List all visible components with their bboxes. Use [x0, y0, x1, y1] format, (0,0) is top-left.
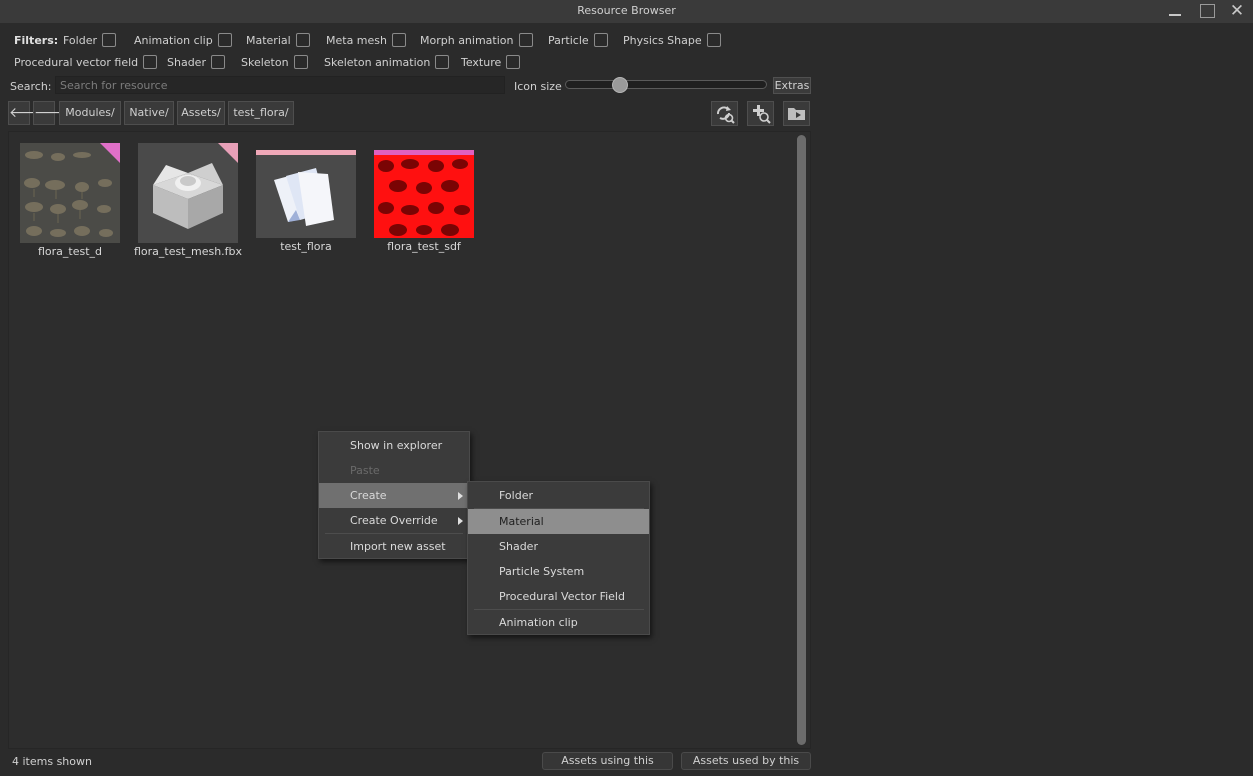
filter-label: Material	[246, 33, 291, 47]
filter-animation-clip[interactable]: Animation clip	[134, 32, 232, 48]
filters-label: Filters:	[14, 34, 59, 47]
asset-name: flora_test_d	[37, 245, 103, 258]
submenu-item-folder[interactable]: Folder	[468, 483, 649, 508]
submenu-item-shader[interactable]: Shader	[468, 534, 649, 559]
menu-item-show-in-explorer[interactable]: Show in explorer	[319, 433, 469, 458]
maximize-button[interactable]	[1193, 1, 1219, 21]
menu-item-create-override[interactable]: Create Override	[319, 508, 469, 533]
search-input[interactable]	[55, 76, 505, 94]
filter-folder[interactable]: Folder	[63, 32, 116, 48]
filter-texture[interactable]: Texture	[461, 54, 521, 70]
filter-checkbox[interactable]	[706, 33, 721, 47]
filter-label: Particle	[548, 33, 589, 47]
filter-checkbox[interactable]	[143, 55, 158, 69]
submenu-arrow-icon	[458, 517, 463, 525]
import-folder-button[interactable]	[783, 101, 810, 126]
submenu-item-animation-clip[interactable]: Animation clip	[468, 610, 649, 635]
add-search-icon	[753, 105, 771, 124]
context-menu: Show in explorer Paste Create Create Ove…	[318, 431, 470, 559]
items-shown-count: 4 items shown	[12, 755, 92, 768]
filter-label: Skeleton animation	[324, 55, 431, 69]
filter-checkbox[interactable]	[295, 33, 310, 47]
sdf-thumbnail	[374, 150, 474, 238]
create-submenu: Folder Material Shader Particle System P…	[467, 481, 650, 635]
type-stripe	[374, 150, 474, 155]
menu-item-import-new-asset[interactable]: Import new asset	[319, 534, 469, 559]
filter-meta-mesh[interactable]: Meta mesh	[326, 32, 406, 48]
filter-checkbox[interactable]	[506, 55, 521, 69]
minimize-button[interactable]	[1162, 1, 1188, 21]
texture-thumbnail	[20, 143, 120, 243]
filter-label: Meta mesh	[326, 33, 387, 47]
filter-label: Skeleton	[241, 55, 289, 69]
asset-name: test_flora	[280, 240, 332, 253]
close-button[interactable]: ✕	[1224, 1, 1250, 21]
filter-label: Animation clip	[134, 33, 213, 47]
filter-checkbox[interactable]	[217, 33, 232, 47]
menu-item-create[interactable]: Create	[319, 483, 469, 508]
submenu-item-particle-system[interactable]: Particle System	[468, 559, 649, 584]
icon-size-slider-handle[interactable]	[612, 77, 628, 93]
import-folder-icon	[788, 108, 805, 120]
icon-size-slider[interactable]	[565, 80, 767, 89]
filter-checkbox[interactable]	[392, 33, 406, 47]
filter-label: Procedural vector field	[14, 55, 139, 69]
filter-particle[interactable]: Particle	[548, 32, 608, 48]
breadcrumb-assets[interactable]: Assets/	[177, 101, 225, 125]
close-icon: ✕	[1229, 1, 1245, 21]
filter-checkbox[interactable]	[293, 55, 308, 69]
flora-thumbnail	[256, 150, 356, 238]
extras-button[interactable]: Extras	[773, 77, 811, 94]
filter-checkbox[interactable]	[210, 55, 225, 69]
menu-item-paste: Paste	[350, 464, 380, 477]
filter-label: Folder	[63, 33, 97, 47]
forward-button[interactable]: 🡒	[33, 101, 72, 125]
breadcrumb-modules[interactable]: Modules/	[59, 101, 121, 125]
filter-material[interactable]: Material	[246, 32, 310, 48]
filter-skeleton[interactable]: Skeleton	[241, 54, 308, 70]
filter-shader[interactable]: Shader	[167, 54, 225, 70]
menu-item-label: Create Override	[350, 514, 438, 527]
filter-label: Physics Shape	[623, 33, 702, 47]
submenu-item-procedural-vector-field[interactable]: Procedural Vector Field	[468, 584, 649, 609]
filter-procedural-vector-field[interactable]: Procedural vector field	[14, 54, 158, 70]
icon-size-label: Icon size	[514, 80, 562, 93]
breadcrumb-test-flora[interactable]: test_flora/	[228, 101, 294, 125]
mesh-thumbnail	[138, 143, 238, 243]
submenu-item-material[interactable]: Material	[468, 509, 649, 534]
filter-label: Morph animation	[420, 33, 514, 47]
back-button[interactable]: 🡐	[8, 101, 47, 125]
asset-grid-scrollbar[interactable]	[796, 134, 808, 746]
filter-checkbox[interactable]	[518, 33, 533, 47]
filter-morph-animation[interactable]: Morph animation	[420, 32, 533, 48]
filter-label: Shader	[167, 55, 206, 69]
filter-checkbox[interactable]	[435, 55, 450, 69]
search-label: Search:	[10, 80, 52, 93]
window-title: Resource Browser	[577, 4, 676, 17]
scrollbar-thumb[interactable]	[797, 135, 806, 745]
filter-checkbox[interactable]	[102, 33, 116, 47]
asset-name: flora_test_sdf	[387, 240, 461, 253]
refresh-search-button[interactable]	[711, 101, 738, 126]
submenu-arrow-icon	[458, 492, 463, 500]
filter-skeleton-animation[interactable]: Skeleton animation	[324, 54, 450, 70]
filter-label: Texture	[461, 55, 502, 69]
assets-using-this-button[interactable]: Assets using this	[542, 752, 673, 770]
menu-item-label: Create	[350, 489, 387, 502]
refresh-search-icon	[717, 106, 735, 124]
filter-physics-shape[interactable]: Physics Shape	[623, 32, 721, 48]
assets-used-by-this-button[interactable]: Assets used by this	[681, 752, 811, 770]
type-stripe	[256, 150, 356, 155]
add-search-button[interactable]	[747, 101, 774, 126]
breadcrumb-native[interactable]: Native/	[124, 101, 174, 125]
asset-name: flora_test_mesh.fbx	[133, 245, 243, 258]
filter-checkbox[interactable]	[593, 33, 608, 47]
title-bar: Resource Browser ✕	[0, 0, 1253, 23]
